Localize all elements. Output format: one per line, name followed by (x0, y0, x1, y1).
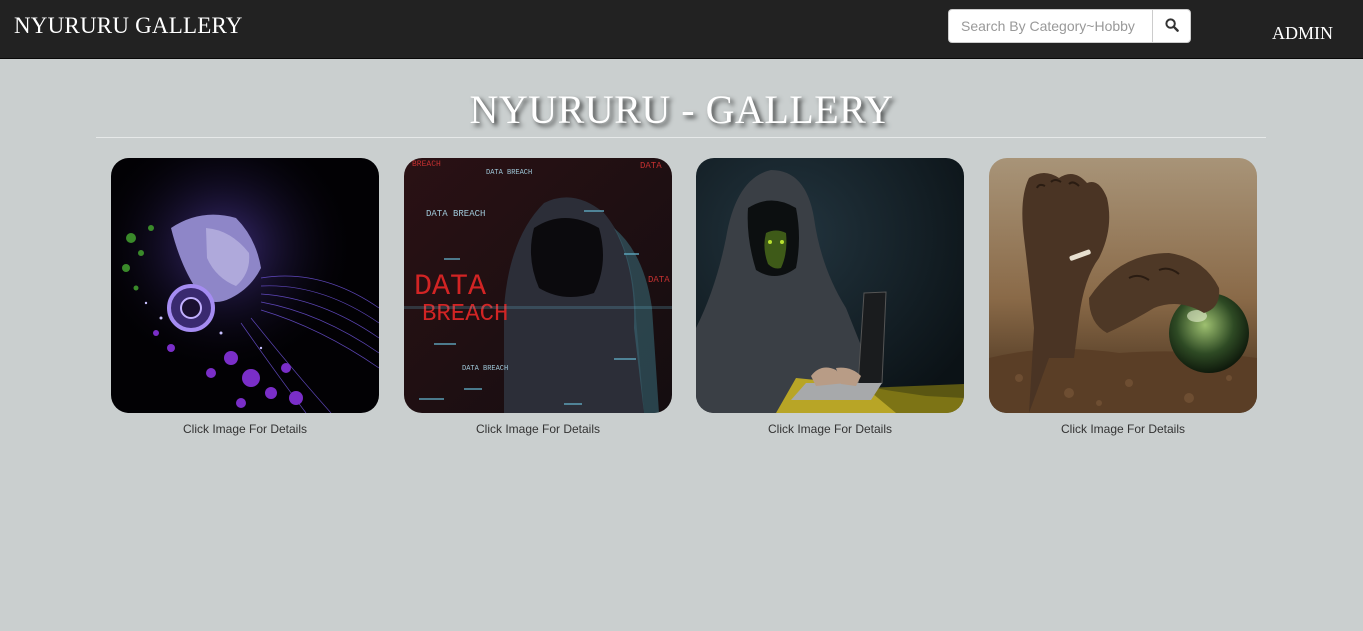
search-input[interactable] (948, 9, 1152, 43)
overlay-text-small-4: BREACH (412, 160, 441, 169)
gallery-image-hooded-hacker[interactable] (696, 158, 964, 413)
brand-logo[interactable]: NYURURU GALLERY (14, 13, 243, 39)
overlay-text-small-5: DATA (640, 161, 662, 171)
overlay-text-small-2: DATA BREACH (486, 169, 532, 177)
overlay-text-small-1: DATA BREACH (426, 209, 485, 219)
card-caption: Click Image For Details (475, 422, 601, 436)
overlay-text-small-6: DATA (648, 275, 670, 285)
gallery-card: DATA BREACH DATA BREACH DATA BREACH DATA… (404, 158, 672, 436)
overlay-text-data: DATA (414, 270, 486, 304)
gallery-card: Click Image For Details (989, 158, 1257, 436)
search-button[interactable] (1152, 9, 1191, 43)
card-caption: Click Image For Details (182, 422, 308, 436)
search-group (948, 9, 1191, 43)
navbar: NYURURU GALLERY ADMIN (0, 0, 1363, 59)
card-caption: Click Image For Details (1060, 422, 1186, 436)
title-divider (96, 137, 1266, 138)
gallery-image-hands-sphere[interactable] (989, 158, 1257, 413)
search-icon (1164, 17, 1179, 35)
card-caption: Click Image For Details (767, 422, 893, 436)
overlay-text-breach: BREACH (422, 301, 508, 328)
page-title: NYURURU - GALLERY (469, 87, 894, 132)
gallery-image-headphone-art[interactable] (111, 158, 379, 413)
gallery-image-data-breach[interactable]: DATA BREACH DATA BREACH DATA BREACH DATA… (404, 158, 672, 413)
gallery-card: Click Image For Details (111, 158, 379, 436)
gallery-card: Click Image For Details (696, 158, 964, 436)
admin-link[interactable]: ADMIN (1272, 23, 1333, 44)
overlay-text-small-3: DATA BREACH (462, 365, 508, 373)
